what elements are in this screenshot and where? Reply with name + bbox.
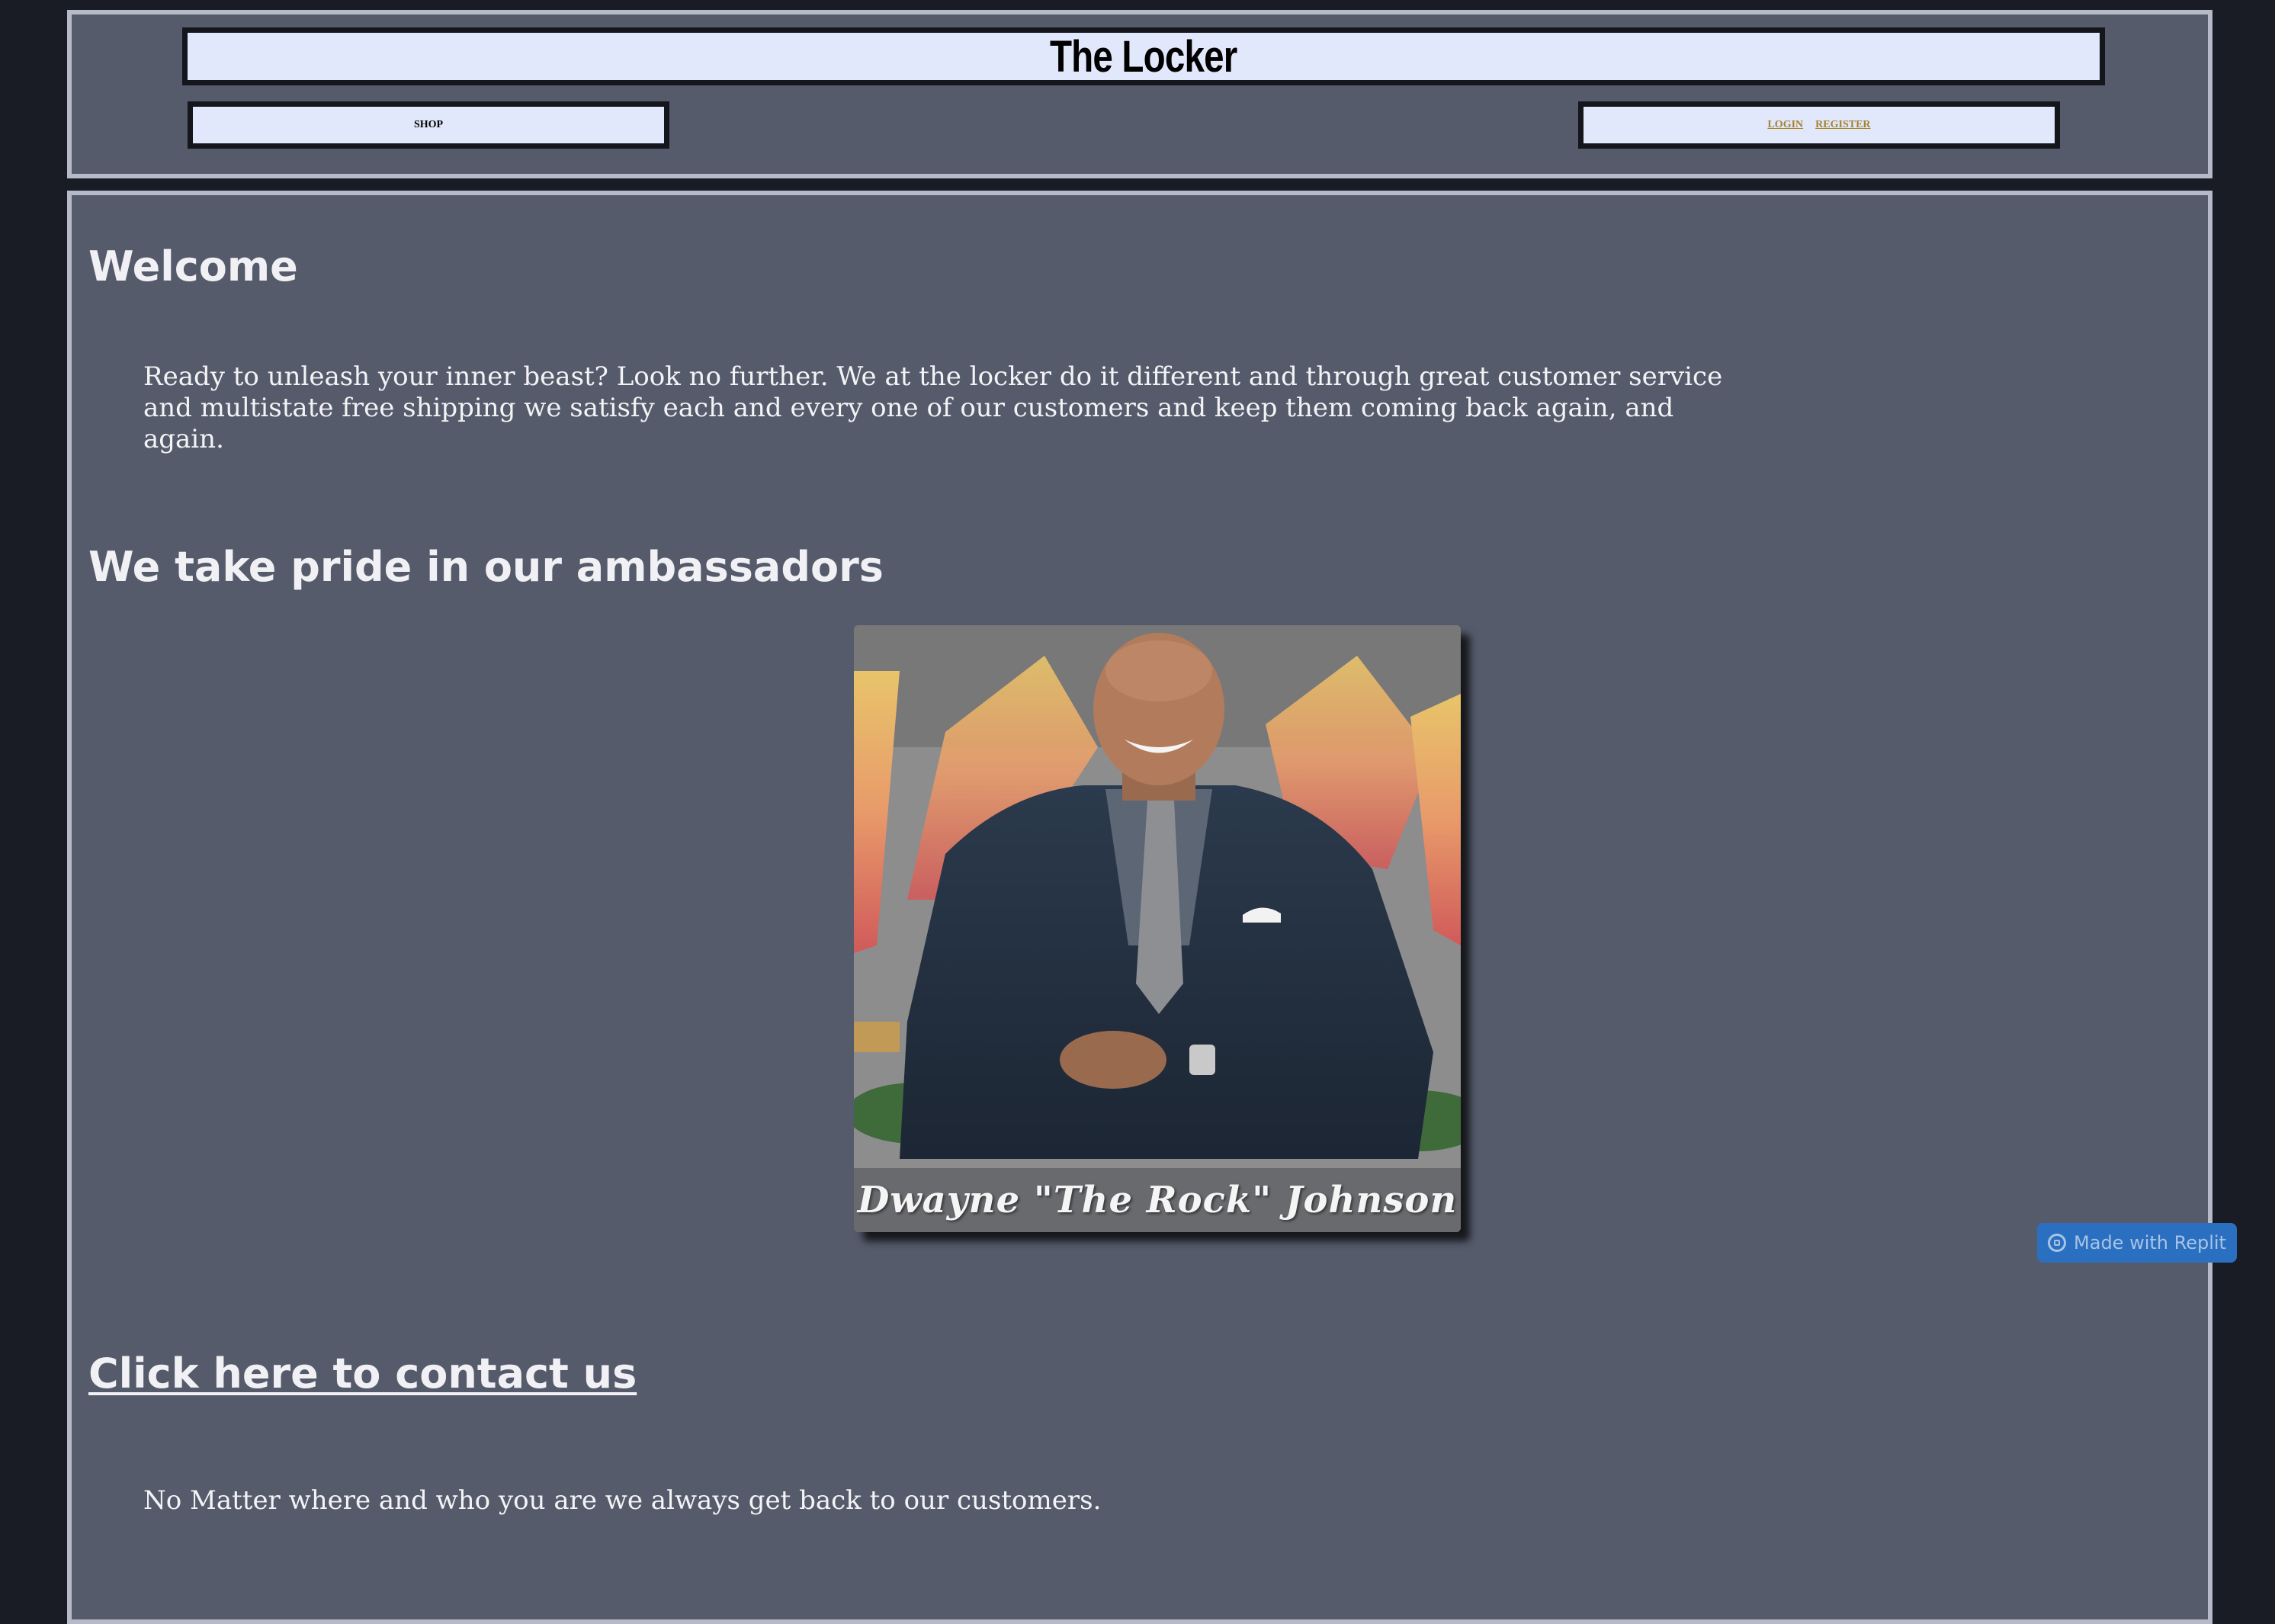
ambassadors-heading: We take pride in our ambassadors xyxy=(88,543,884,591)
ambassador-caption: Dwayne "The Rock" Johnson xyxy=(854,1168,1461,1232)
welcome-heading: Welcome xyxy=(88,242,298,290)
ambassador-portrait-image xyxy=(854,625,1461,1232)
title-bar: The Locker xyxy=(182,27,2105,85)
nav-shop-box: SHOP xyxy=(188,101,669,149)
replit-icon xyxy=(2048,1234,2067,1252)
closing-text: No Matter where and who you are we alway… xyxy=(143,1485,1102,1516)
login-link[interactable]: LOGIN xyxy=(1767,119,1803,131)
ambassador-photo: Dwayne "The Rock" Johnson xyxy=(854,625,1461,1232)
nav-auth-box: LOGIN REGISTER xyxy=(1578,101,2060,149)
replit-badge-label: Made with Replit xyxy=(2074,1232,2226,1253)
register-link[interactable]: REGISTER xyxy=(1815,119,1870,131)
welcome-text: Ready to unleash your inner beast? Look … xyxy=(143,361,1723,454)
site-title: The Locker xyxy=(1050,31,1237,82)
made-with-replit-badge[interactable]: Made with Replit xyxy=(2037,1223,2237,1263)
header-panel: The Locker SHOP LOGIN REGISTER xyxy=(67,10,2212,178)
main-panel: Welcome Ready to unleash your inner beas… xyxy=(67,191,2212,1624)
contact-link[interactable]: Click here to contact us xyxy=(88,1350,637,1398)
shop-link[interactable]: SHOP xyxy=(414,119,443,131)
